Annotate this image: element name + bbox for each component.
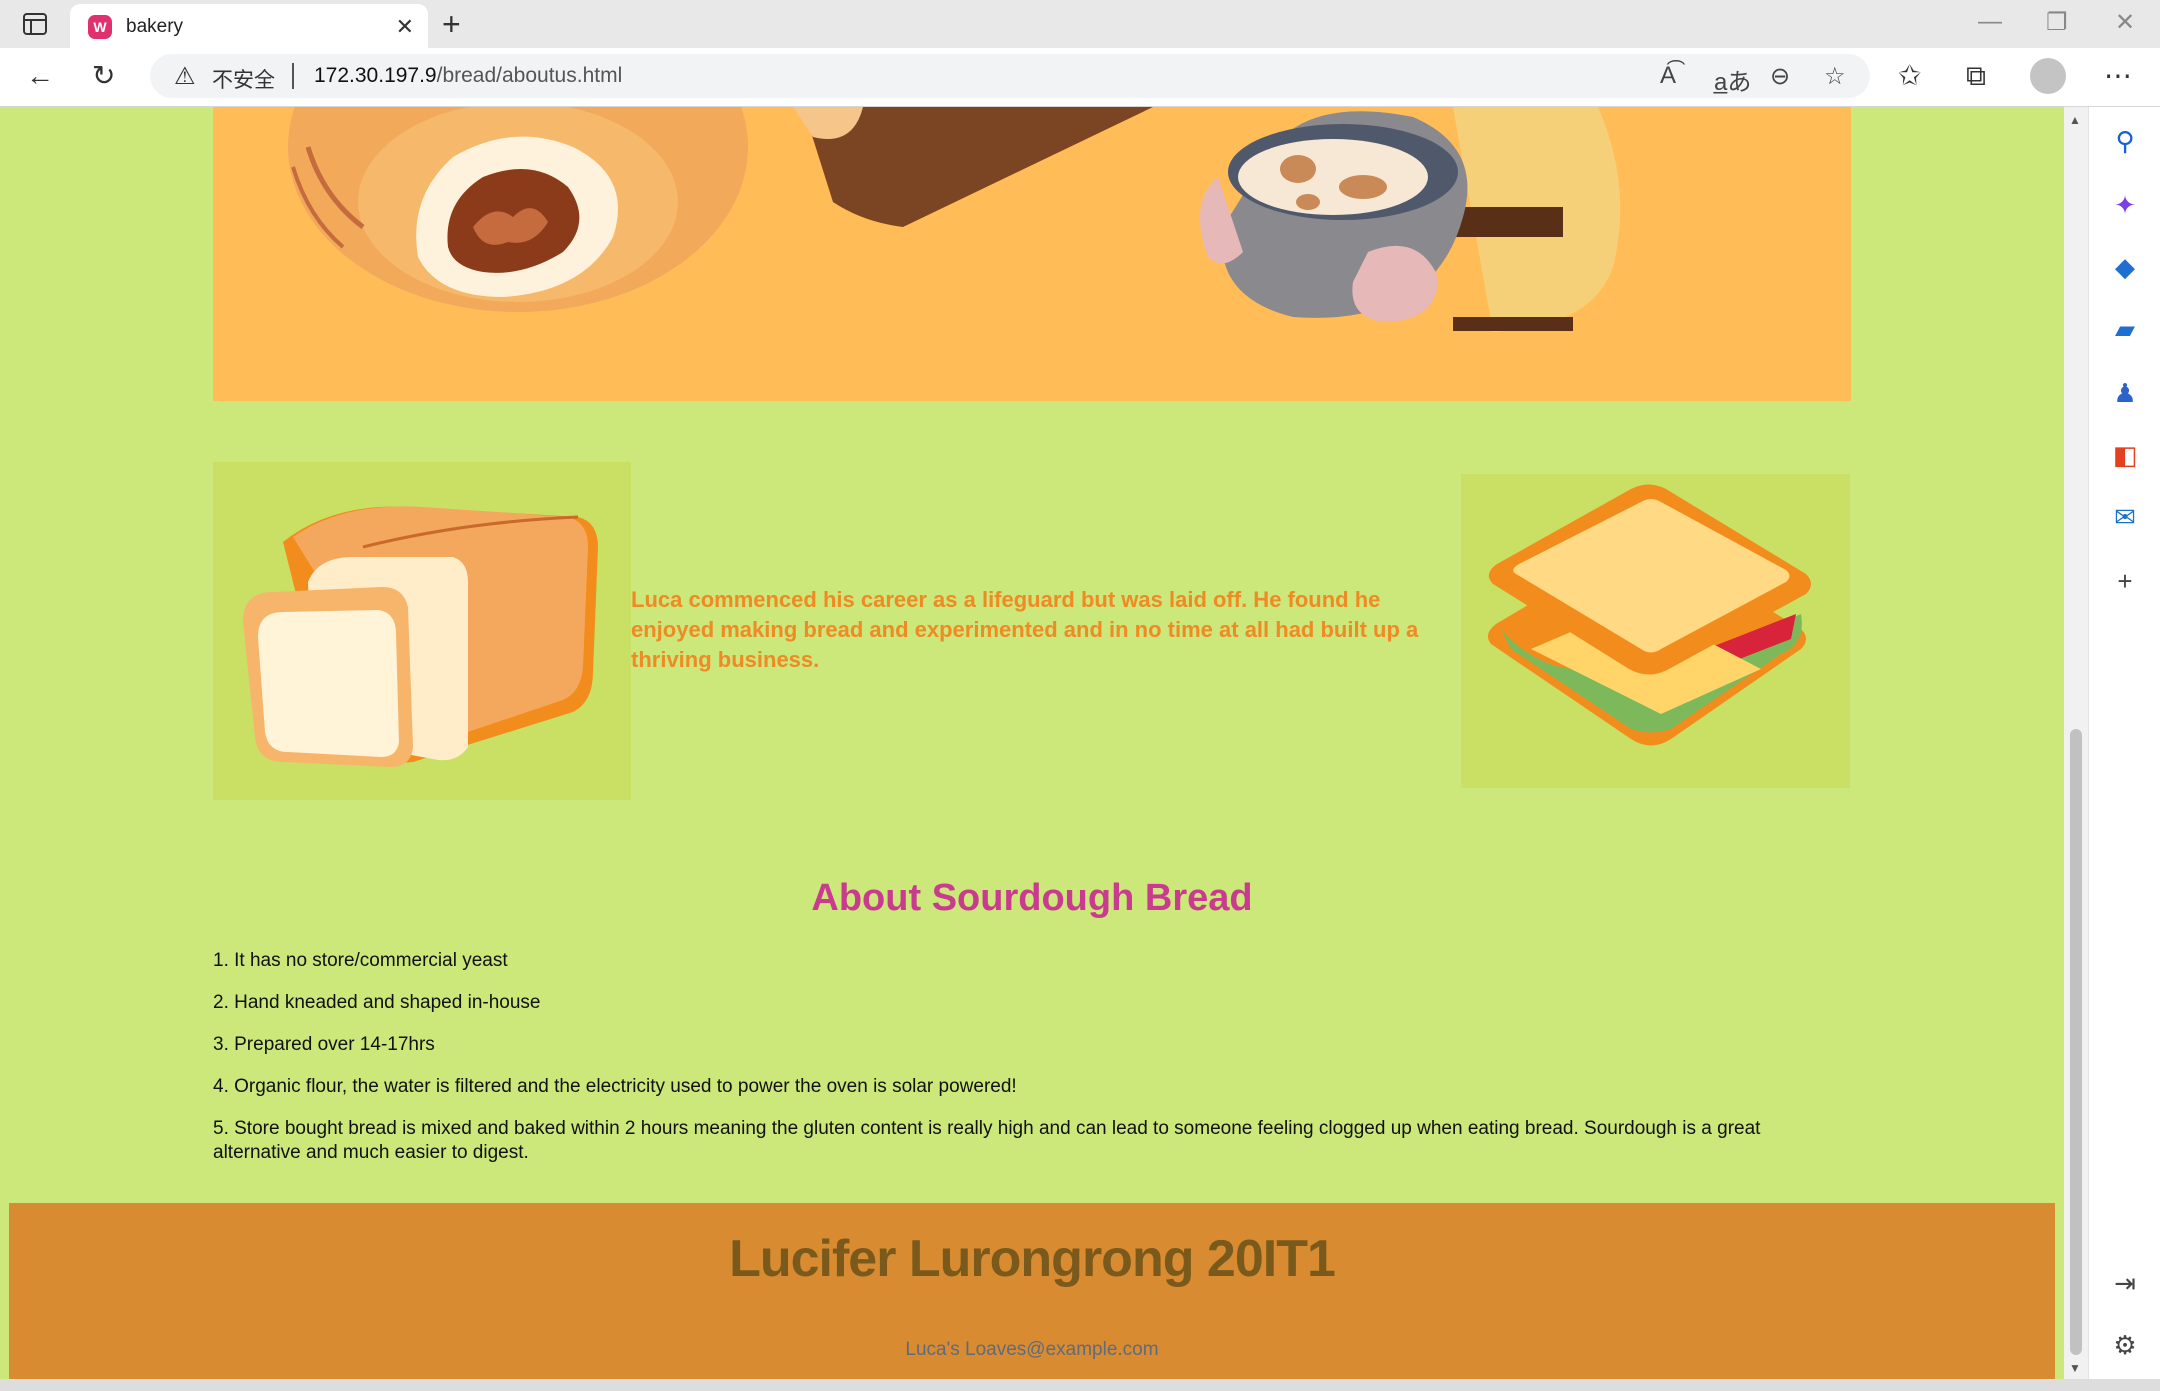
close-tab-icon[interactable]: ✕	[396, 14, 414, 40]
refresh-icon[interactable]: ↻	[92, 60, 115, 92]
zoom-out-icon[interactable]: ⊖	[1770, 62, 1790, 91]
panel-toggle-icon[interactable]: ⇥	[2107, 1265, 2143, 1301]
footer-author: Lucifer Lurongrong 20IT1	[729, 1230, 1336, 1288]
divider	[292, 63, 294, 89]
restore-icon[interactable]: ❐	[2046, 8, 2068, 37]
url-path: /bread/aboutus.html	[436, 64, 623, 87]
translate-icon[interactable]: a̲あ	[1714, 62, 1751, 97]
close-window-icon[interactable]: ✕	[2115, 8, 2135, 37]
warning-icon[interactable]: ⚠	[174, 62, 196, 91]
bread-loaf-image	[213, 462, 631, 800]
footer-email: Luca's Loaves@example.com	[905, 1339, 1159, 1360]
favorites-icon[interactable]: ✩	[1898, 60, 1921, 92]
edge-sidebar: ⚲ ✦ ◆ ▰ ♟ ◧ ✉ + ⇥ ⚙	[2088, 107, 2160, 1379]
page-viewport: Luca commenced his career as a lifeguard…	[0, 107, 2064, 1379]
fact-item: 2. Hand kneaded and shaped in-house	[213, 992, 541, 1013]
browser-toolbar: ← ↻ ⚠ 不安全 172.30.197.9/bread/aboutus.htm…	[0, 48, 2160, 107]
fact-item: 1. It has no store/commercial yeast	[213, 950, 508, 971]
profile-avatar[interactable]	[2030, 58, 2066, 94]
title-bar: W bakery ✕ + — ❐ ✕	[0, 0, 2160, 48]
url-host: 172.30.197.9	[314, 64, 437, 87]
more-menu-icon[interactable]: ⋯	[2104, 60, 2132, 92]
collections-icon[interactable]: ⧉	[1966, 60, 1986, 92]
scroll-down-icon[interactable]: ▼	[2069, 1361, 2081, 1375]
scroll-up-icon[interactable]: ▲	[2069, 113, 2081, 127]
fact-item: 5. Store bought bread is mixed and baked…	[213, 1118, 1761, 1163]
banner-illustration	[213, 107, 1851, 401]
url-text[interactable]: 172.30.197.9/bread/aboutus.html	[314, 64, 622, 88]
sandwich-image	[1461, 474, 1850, 788]
intro-paragraph: Luca commenced his career as a lifeguard…	[631, 587, 1419, 672]
tab-title: bakery	[126, 16, 184, 37]
page-footer: Lucifer Lurongrong 20IT1 Luca's Loaves@e…	[9, 1203, 2055, 1379]
shopping-tag-icon[interactable]: ◆	[2107, 249, 2143, 285]
copilot-icon[interactable]: ✦	[2107, 187, 2143, 223]
add-icon[interactable]: +	[2107, 563, 2143, 599]
read-aloud-icon[interactable]: A͡	[1660, 62, 1676, 90]
fact-item: 3. Prepared over 14-17hrs	[213, 1034, 435, 1055]
page-scrollbar[interactable]: ▲ ▼	[2064, 107, 2088, 1379]
about-heading: About Sourdough Bread	[811, 877, 1253, 919]
search-icon[interactable]: ⚲	[2107, 123, 2143, 159]
browser-tab[interactable]: W bakery ✕	[70, 4, 428, 48]
favicon-icon: W	[88, 15, 112, 39]
settings-icon[interactable]: ⚙	[2107, 1327, 2143, 1363]
tab-actions-icon[interactable]	[22, 12, 50, 36]
fact-item: 4. Organic flour, the water is filtered …	[213, 1076, 1017, 1097]
security-label[interactable]: 不安全	[212, 64, 275, 94]
address-bar[interactable]: ⚠ 不安全 172.30.197.9/bread/aboutus.html A͡…	[150, 54, 1870, 98]
taskbar-edge	[0, 1379, 2160, 1391]
toolbox-icon[interactable]: ▰	[2107, 311, 2143, 347]
outlook-icon[interactable]: ✉	[2107, 499, 2143, 535]
add-favorite-icon[interactable]: ☆	[1824, 62, 1846, 91]
back-icon[interactable]: ←	[26, 60, 54, 92]
new-tab-icon[interactable]: +	[442, 6, 461, 43]
scrollbar-thumb[interactable]	[2070, 729, 2082, 1355]
facts-list: 1. It has no store/commercial yeast 2. H…	[213, 949, 1843, 1183]
games-icon[interactable]: ♟	[2107, 375, 2143, 411]
office-icon[interactable]: ◧	[2107, 437, 2143, 473]
minimize-icon[interactable]: —	[1978, 8, 2002, 36]
